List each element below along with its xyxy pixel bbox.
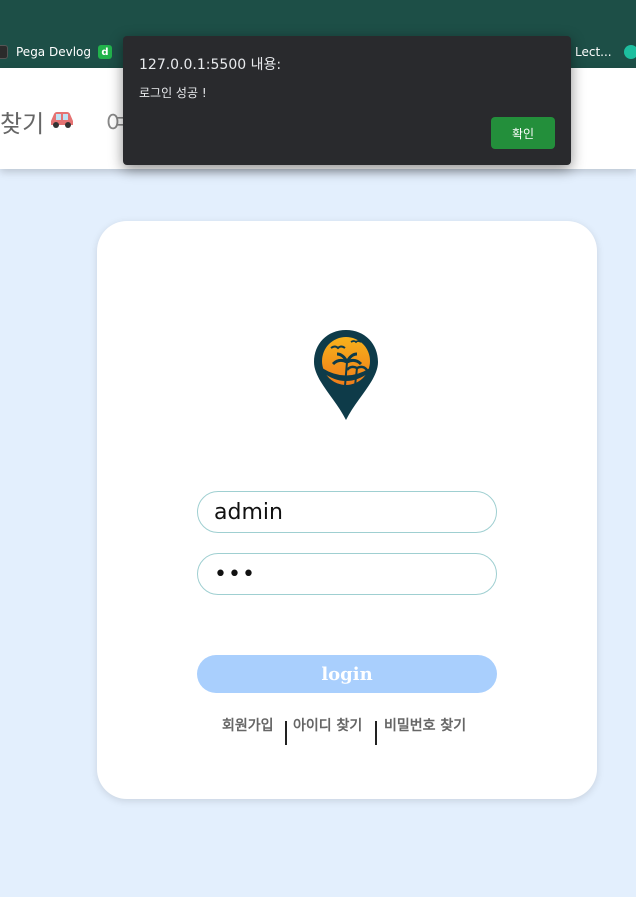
alert-ok-button[interactable]: 확인: [491, 117, 555, 149]
username-input[interactable]: admin: [197, 491, 497, 533]
bookmark-d[interactable]: d: [98, 36, 120, 68]
alert-title: 127.0.0.1:5500 내용:: [139, 57, 282, 73]
pega-favicon-icon: [0, 45, 8, 59]
nav-find-link[interactable]: 찾기: [0, 104, 76, 139]
account-links: 회원가입 아이디 찾기 비밀번호 찾기: [97, 715, 597, 747]
username-value: admin: [214, 499, 283, 525]
car-icon: [48, 109, 76, 135]
password-input[interactable]: •••: [197, 553, 497, 595]
beach-location-pin-icon: [314, 330, 378, 420]
nav-find-label: 찾기: [0, 110, 45, 138]
globe-favicon-icon: [624, 45, 636, 59]
find-id-link[interactable]: 아이디 찾기: [293, 715, 362, 735]
find-password-link[interactable]: 비밀번호 찾기: [384, 715, 466, 735]
d-favicon-icon: d: [98, 45, 112, 59]
bookmark-lecture[interactable]: Lect...: [575, 36, 612, 68]
browser-title-bar: [0, 0, 636, 36]
login-card: admin ••• login 회원가입 아이디 찾기 비밀번호 찾기: [97, 221, 597, 799]
login-button[interactable]: login: [197, 655, 497, 693]
signup-link[interactable]: 회원가입: [222, 715, 274, 735]
password-value: •••: [214, 561, 256, 587]
bookmark-pega-devlog[interactable]: Pega Devlog: [0, 36, 91, 68]
bookmark-label: Pega Devlog: [16, 45, 91, 59]
alert-message: 로그인 성공 !: [139, 86, 207, 100]
bookmark-label: Lect...: [575, 45, 612, 59]
bookmark-globe[interactable]: [624, 36, 636, 68]
link-divider: [375, 721, 377, 745]
alert-dialog: 127.0.0.1:5500 내용: 로그인 성공 ! 확인: [123, 36, 571, 165]
link-divider: [285, 721, 287, 745]
